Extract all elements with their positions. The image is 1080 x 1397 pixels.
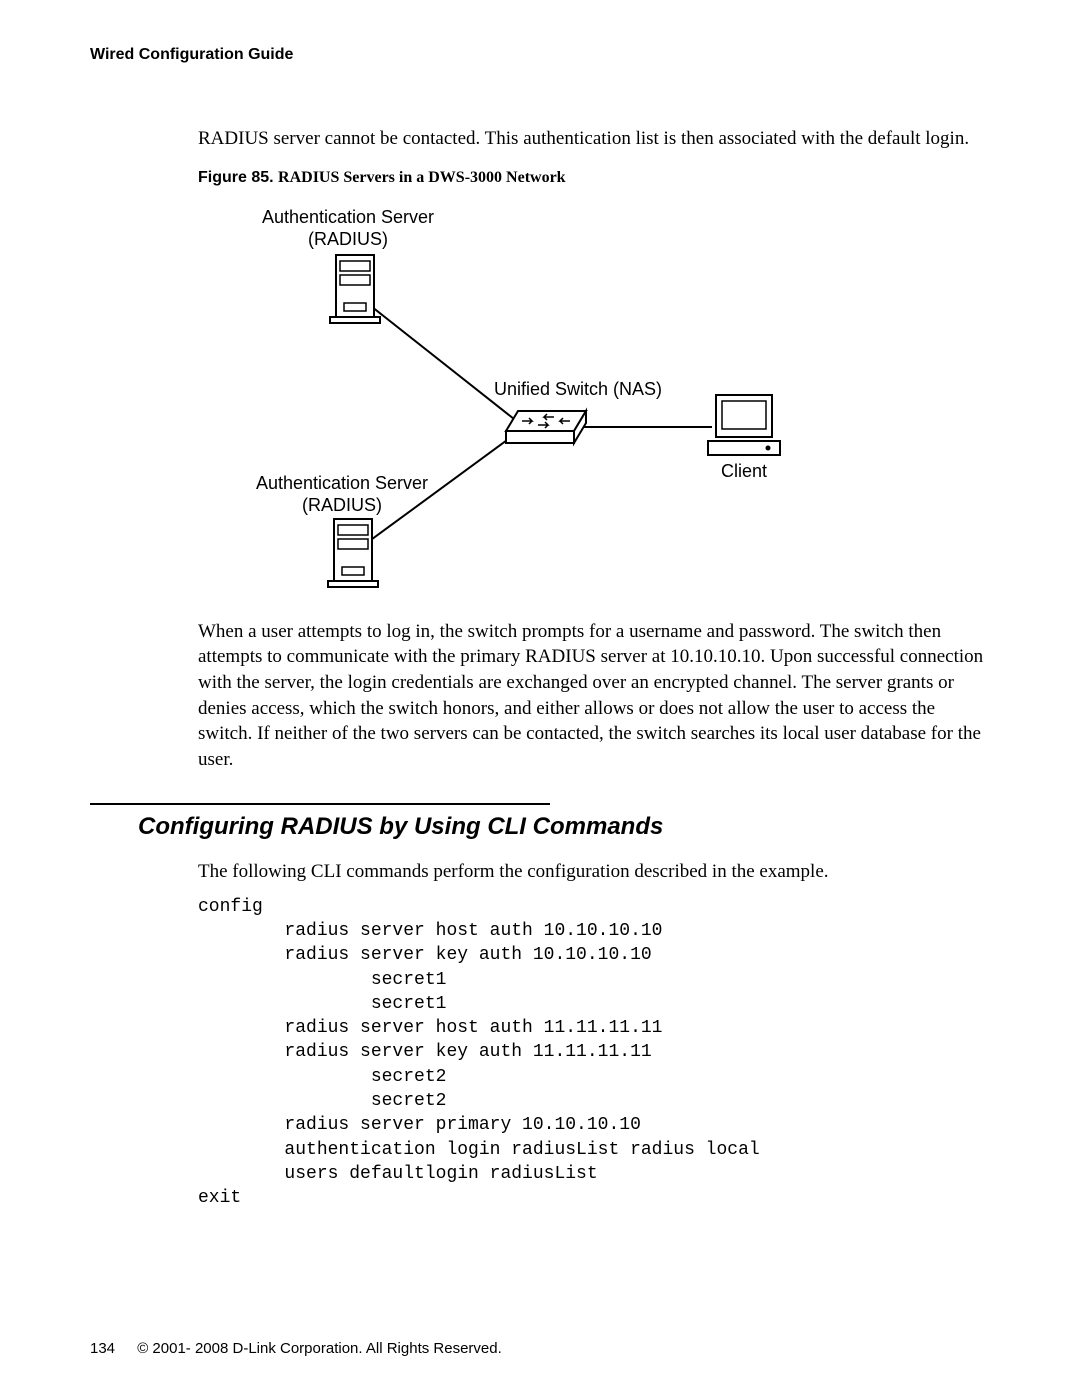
section-rule [90,803,550,805]
client-label: Client [721,461,767,481]
switch-icon [506,411,586,443]
switch-label: Unified Switch (NAS) [494,379,662,399]
figure-number: Figure 85. [198,169,278,186]
server-bottom-icon [328,519,378,587]
server-bottom-label-1: Authentication Server [256,473,428,493]
section-heading: Configuring RADIUS by Using CLI Commands [138,811,990,843]
network-diagram: Authentication Server (RADIUS) Authentic… [198,199,818,599]
figure-title: RADIUS Servers in a DWS-3000 Network [278,169,566,186]
intro-paragraph: RADIUS server cannot be contacted. This … [198,126,990,152]
server-top-label-1: Authentication Server [262,207,434,227]
document-page: Wired Configuration Guide RADIUS server … [0,0,1080,1397]
copyright-text: © 2001- 2008 D-Link Corporation. All Rig… [137,1340,502,1357]
server-top-icon [330,255,380,323]
body-column: RADIUS server cannot be contacted. This … [198,126,990,1211]
running-head: Wired Configuration Guide [90,44,990,66]
cli-intro-paragraph: The following CLI commands perform the c… [198,859,990,885]
after-figure-paragraph: When a user attempts to log in, the swit… [198,619,990,773]
cli-code-block: config radius server host auth 10.10.10.… [198,895,990,1211]
client-icon [708,395,780,455]
page-footer: 134 © 2001- 2008 D-Link Corporation. All… [90,1339,502,1359]
page-number: 134 [90,1340,115,1357]
figure-wrapper: Authentication Server (RADIUS) Authentic… [198,199,990,599]
server-bottom-label-2: (RADIUS) [302,495,382,515]
server-top-label-2: (RADIUS) [308,229,388,249]
figure-caption: Figure 85. RADIUS Servers in a DWS-3000 … [198,167,990,189]
